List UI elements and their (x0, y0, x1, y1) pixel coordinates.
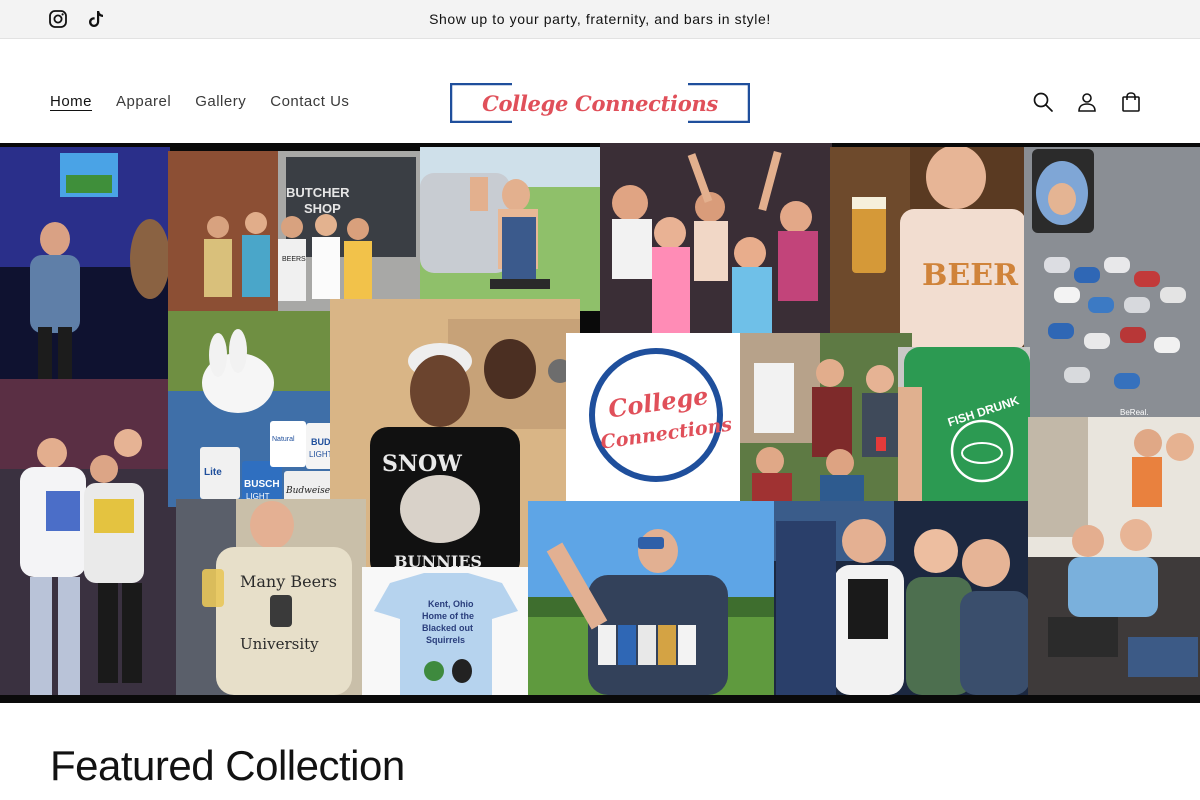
collage-photo-bar-salute (0, 147, 170, 379)
budweiser-can-text: Budweiser (285, 486, 335, 496)
nav-contact-us[interactable]: Contact Us (270, 93, 349, 111)
social-links (48, 9, 106, 29)
announcement-text: Show up to your party, fraternity, and b… (429, 11, 771, 27)
nav-home[interactable]: Home (50, 93, 92, 111)
collage-photo-house-party (740, 333, 912, 503)
university-shirt-text: University (240, 635, 319, 653)
collage-photo-shotgun (528, 501, 776, 695)
header-icons (1032, 91, 1142, 113)
collage-photo-party-crowd (600, 143, 832, 335)
nav-gallery[interactable]: Gallery (195, 93, 246, 111)
collage-photo-bunny-cans: Lite BUSCH LIGHT Natural BUD LIGHT Budwe… (168, 311, 344, 507)
collage-photo-beer-shirt: BEER (830, 147, 1026, 351)
announcement-bar: Show up to your party, fraternity, and b… (0, 0, 1200, 39)
busch-can-text: BUSCH (244, 479, 280, 490)
collage-photo-couch-group (1028, 417, 1200, 695)
kent-shirt-line2: Home of the (422, 611, 474, 621)
featured-collection-heading: Featured Collection (50, 742, 405, 789)
collage-photo-can-pile: BeReal. (1024, 147, 1200, 417)
main-nav: Home Apparel Gallery Contact Us (50, 93, 373, 111)
collage-photo-butcher-shop: BUTCHER SHOP BEERS (168, 151, 424, 311)
bereal-watermark: BeReal. (1120, 408, 1148, 417)
site-header: Home Apparel Gallery Contact Us College … (0, 39, 1200, 143)
beer-shirt-text: BEER (922, 258, 1019, 293)
collage-photo-many-beers: Many Beers University (176, 499, 366, 695)
logo-text: College Connections (482, 90, 718, 116)
kent-shirt-line1: Kent, Ohio (428, 599, 474, 609)
cart-icon[interactable] (1120, 91, 1142, 113)
account-icon[interactable] (1076, 91, 1098, 113)
natural-can-text: Natural (272, 436, 295, 443)
butcher-sign-text: BUTCHER (286, 185, 350, 200)
beers-shirt-text: BEERS (282, 256, 306, 263)
hero-collage: BUTCHER SHOP BEERS BEER BeReal. Lite BUS… (0, 143, 1200, 703)
many-beers-shirt-text: Many Beers (240, 572, 337, 591)
collage-photo-selfie (774, 501, 1030, 695)
site-logo[interactable]: College Connections (450, 83, 750, 123)
collage-photo-overalls (420, 147, 602, 311)
snow-shirt-text: SNOW (382, 451, 462, 477)
collage-photo-group-sunglasses (0, 379, 176, 695)
kent-shirt-line4: Squirrels (426, 635, 465, 645)
collage-logo-badge: College Connections (566, 333, 742, 503)
instagram-icon[interactable] (48, 9, 68, 29)
tiktok-icon[interactable] (86, 9, 106, 29)
lite-can-text: Lite (204, 467, 222, 478)
search-icon[interactable] (1032, 91, 1054, 113)
shop-sign-text: SHOP (304, 201, 341, 216)
kent-shirt-line3: Blacked out (422, 623, 473, 633)
nav-apparel[interactable]: Apparel (116, 93, 171, 111)
bud-can-text: BUD (311, 437, 331, 447)
collage-photo-kent-shirt: Kent, Ohio Home of the Blacked out Squir… (362, 567, 530, 695)
